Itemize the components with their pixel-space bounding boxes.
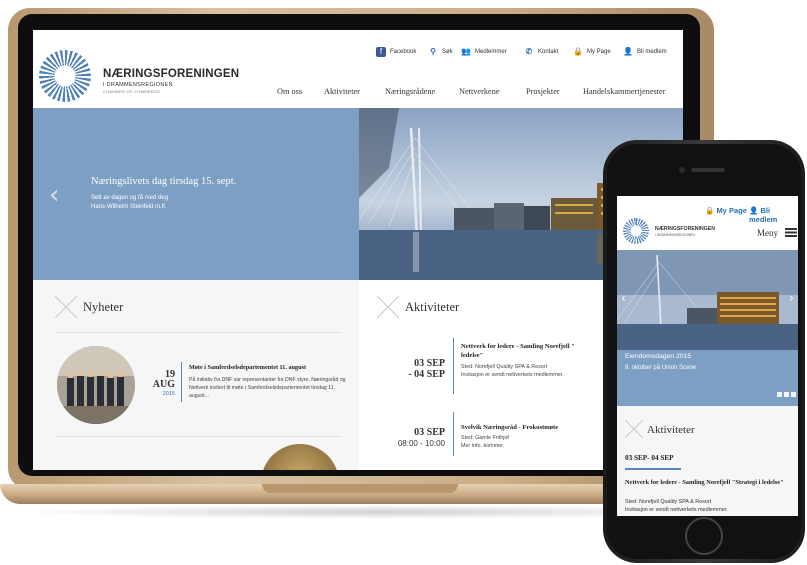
carousel-dot[interactable] <box>777 392 782 397</box>
laptop-screen: NÆRINGSFORENINGEN I DRAMMENSREGIONEN CHA… <box>33 30 683 470</box>
device-mockup: NÆRINGSFORENINGEN I DRAMMENSREGIONEN CHA… <box>0 0 807 565</box>
nav-nettverkene[interactable]: Nettverkene <box>459 87 500 96</box>
phone-camera <box>679 167 685 173</box>
laptop-notch <box>262 484 458 493</box>
search-label: Søk <box>442 49 453 55</box>
mobile-activity-title[interactable]: Nettverk for ledere - Samling Norefjell … <box>625 478 795 487</box>
members-icon: 👥 <box>461 47 471 56</box>
mobile-bridge-photo: ‹ › <box>617 250 798 350</box>
search-icon: ⚲ <box>430 47 436 56</box>
phone-screen: 🔒 My Page 👤 Bli medlem NÆRINGSFORENINGEN… <box>617 196 798 516</box>
mobile-activity-meta: Sted: Norefjell Quality SPA & Resort Inv… <box>625 498 795 514</box>
mobile-my-page-label: My Page <box>716 206 747 215</box>
news-photo-2[interactable] <box>261 444 339 470</box>
phone-speaker <box>691 168 725 172</box>
carousel-dot[interactable] <box>784 392 789 397</box>
contact-label: Kontakt <box>538 49 559 55</box>
mobile-my-page-link[interactable]: 🔒 My Page <box>705 206 747 215</box>
activity-1-date: 03 SEP - 04 SEP <box>389 358 445 380</box>
mobile-logo-name[interactable]: NÆRINGSFORENINGEN <box>655 226 715 232</box>
news-photo[interactable] <box>57 346 135 424</box>
activity-2-rule <box>453 412 454 456</box>
section-x-icon <box>55 296 77 318</box>
lock-icon: 🔒 <box>705 206 715 215</box>
hero-panel: ‹ Næringslivets dag tirsdag 15. sept. Se… <box>33 108 359 280</box>
logo-ring-icon[interactable] <box>39 50 91 102</box>
activity-1-date-end: - 04 SEP <box>408 369 445 380</box>
news-divider <box>57 332 341 333</box>
mobile-hero-subtitle: 8. oktober på Union Scene <box>625 365 697 371</box>
contact-link[interactable]: ✆ Kontakt <box>524 47 559 57</box>
chevron-left-icon[interactable]: ‹ <box>49 180 59 210</box>
mobile-activity-rule <box>625 468 681 470</box>
lock-icon: 🔒 <box>573 47 583 56</box>
activities-heading: Aktiviteter <box>405 300 460 314</box>
join-link[interactable]: 👤 Bli medlem <box>623 47 667 57</box>
mobile-hero-title[interactable]: Eiendomsdagen 2015 <box>625 353 691 360</box>
nav-om-oss[interactable]: Om oss <box>277 87 302 96</box>
home-button[interactable] <box>685 517 723 555</box>
activity-1-rule <box>453 338 454 394</box>
logo-tagline: CHAMBER OF COMMERCE <box>103 89 161 94</box>
news-date-year: 2015 <box>162 391 175 397</box>
phone-icon: ✆ <box>525 47 533 56</box>
news-item-text: På initiativ fra DNF var representanter … <box>189 377 346 399</box>
hero-subtitle: Sett av dagen og få med deg Hans-Wilhelm… <box>91 194 271 212</box>
hero-sub-line1: Sett av dagen og få med deg <box>91 195 169 201</box>
mobile-menu-label[interactable]: Meny <box>757 228 778 238</box>
search-link[interactable]: ⚲ Søk <box>428 47 453 57</box>
activity-2-date-start: 03 SEP <box>414 427 445 438</box>
news-divider-2 <box>57 436 341 437</box>
nav-prosjekter[interactable]: Prosjekter <box>526 87 560 96</box>
facebook-label: Facebook <box>390 49 417 55</box>
members-link[interactable]: 👥 Medlemmer <box>461 47 507 57</box>
activity-2-time: 08:00 - 10:00 <box>397 439 445 448</box>
mobile-activity-place: Sted: Norefjell Quality SPA & Resort <box>625 499 712 505</box>
news-date-rule <box>181 362 182 402</box>
hero-title[interactable]: Næringslivets dag tirsdag 15. sept. <box>91 176 236 187</box>
logo-subtitle: I DRAMMENSREGIONEN <box>103 82 173 88</box>
chevron-left-icon: ‹ <box>621 291 626 305</box>
hero-sub-line2: Hans-Wilhelm Steinfeld m.fl. <box>91 204 167 210</box>
carousel-dots[interactable] <box>777 392 796 397</box>
mobile-logo-subtitle: I DRAMMENSREGIONEN <box>655 233 695 237</box>
news-section: Nyheter 19 AUG 2015 Møte i Samferdselsde… <box>33 280 359 470</box>
site-header: NÆRINGSFORENINGEN I DRAMMENSREGIONEN CHA… <box>33 30 683 108</box>
phone-body: 🔒 My Page 👤 Bli medlem NÆRINGSFORENINGEN… <box>607 144 801 559</box>
facebook-icon: f <box>376 47 386 57</box>
activity-1-date-start: 03 SEP <box>414 358 445 369</box>
my-page-label: My Page <box>587 49 611 55</box>
news-heading: Nyheter <box>83 300 124 314</box>
carousel-dot[interactable] <box>791 392 796 397</box>
mobile-logo-icon[interactable] <box>623 218 649 244</box>
news-people-photo <box>57 346 135 424</box>
nav-naeringsradene[interactable]: Næringsrådene <box>385 87 435 96</box>
section-x-icon <box>625 420 643 438</box>
news-date-month: AUG <box>152 379 175 390</box>
news-item-title[interactable]: Møte i Samferdselsdepartementet 11. augu… <box>189 364 306 371</box>
add-user-icon: 👤 <box>749 206 759 215</box>
mobile-activity-date: 03 SEP- 04 SEP <box>625 454 674 462</box>
mobile-activities-heading: Aktiviteter <box>647 424 695 436</box>
mobile-hero-photo: ‹ › <box>617 250 798 350</box>
members-label: Medlemmer <box>475 49 507 55</box>
my-page-link[interactable]: 🔒 My Page <box>573 47 611 57</box>
facebook-link[interactable]: f Facebook <box>376 47 416 57</box>
chevron-right-icon: › <box>789 291 794 305</box>
mobile-activity-note: Invitasjon er sendt nettverkets medlemme… <box>625 507 728 513</box>
nav-aktiviteter[interactable]: Aktiviteter <box>324 87 360 96</box>
join-label: Bli medlem <box>637 49 667 55</box>
nav-handelskammertjenester[interactable]: Handelskammertjenester <box>583 87 665 96</box>
logo-name[interactable]: NÆRINGSFORENINGEN <box>103 68 239 80</box>
mobile-join-link[interactable]: 👤 Bli medlem <box>749 206 798 224</box>
section-x-icon <box>377 296 399 318</box>
phone-device: 🔒 My Page 👤 Bli medlem NÆRINGSFORENINGEN… <box>603 140 805 563</box>
add-user-icon: 👤 <box>623 47 633 56</box>
activity-2-date: 03 SEP 08:00 - 10:00 <box>379 427 445 449</box>
hamburger-icon[interactable] <box>785 228 797 237</box>
